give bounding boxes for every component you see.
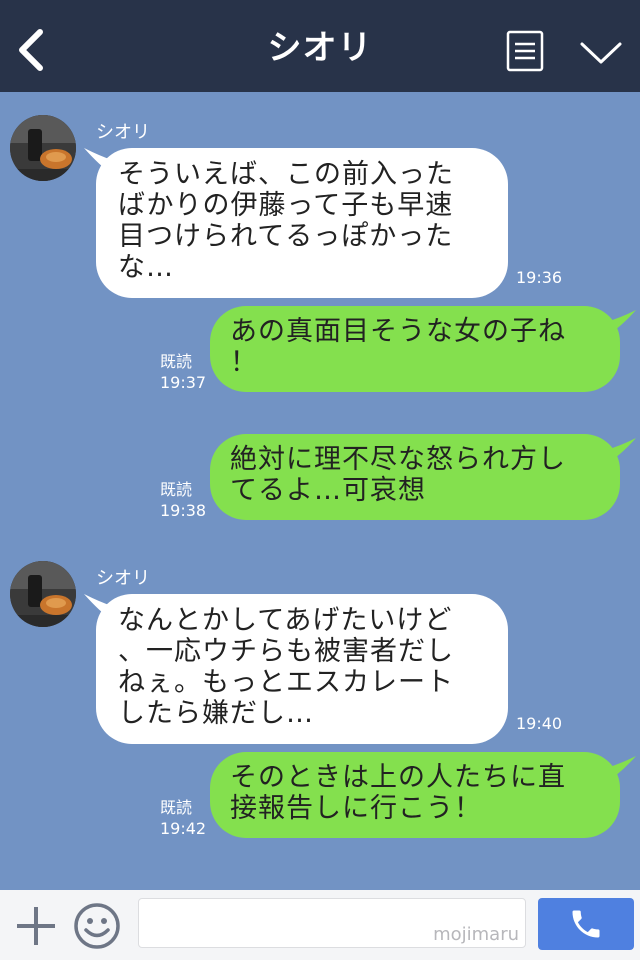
message-time: 19:37 xyxy=(160,373,207,392)
input-bar: mojimaru xyxy=(0,890,640,960)
message-bubble-outgoing[interactable]: 絶対に理不尽な怒られ方し てるよ…可哀想 xyxy=(210,434,620,520)
message-bubble-incoming[interactable]: なんとかしてあげたいけど 、一応ウチらも被害者だし ねぇ。もっとエスカレート し… xyxy=(96,594,508,744)
message-bubble-outgoing[interactable]: そのときは上の人たちに直 接報告しに行こう！ xyxy=(210,752,620,838)
message-line: ねぇ。もっとエスカレート xyxy=(118,667,454,698)
message-line: なんとかしてあげたいけど xyxy=(118,605,453,636)
phone-icon xyxy=(572,910,600,938)
read-receipt: 既読 xyxy=(160,352,193,371)
back-button[interactable] xyxy=(10,22,54,76)
plus-icon xyxy=(17,907,55,945)
message-line: てるよ…可哀想 xyxy=(230,475,426,506)
sender-name: シオリ xyxy=(96,122,150,143)
avatar-photo-icon xyxy=(10,115,76,181)
avatar-photo-icon xyxy=(10,561,76,627)
smiley-icon xyxy=(74,903,120,949)
avatar[interactable] xyxy=(10,115,76,181)
read-receipt: 既読 xyxy=(160,480,193,499)
message-line: 目つけられてるっぽかった xyxy=(118,221,454,252)
message-line: 、一応ウチらも被害者だし xyxy=(118,636,454,667)
call-button[interactable] xyxy=(538,898,634,950)
message-line: そういえば、この前入った xyxy=(118,159,454,190)
bubble-tail xyxy=(606,438,636,464)
message-line: ！ xyxy=(230,347,258,378)
message-input[interactable]: mojimaru xyxy=(138,898,526,948)
watermark-text: mojimaru xyxy=(433,924,519,945)
read-receipt: 既読 xyxy=(160,798,193,817)
add-button[interactable] xyxy=(14,904,58,948)
bubble-tail xyxy=(606,310,636,336)
chevron-down-icon xyxy=(580,42,622,64)
sender-name: シオリ xyxy=(96,568,150,589)
chat-area[interactable]: シオリ そういえば、この前入った ばかりの伊藤って子も早速 目つけられてるっぽか… xyxy=(0,92,640,890)
message-time: 19:38 xyxy=(160,501,207,520)
menu-button[interactable] xyxy=(506,30,544,72)
message-bubble-outgoing[interactable]: あの真面目そうな女の子ね ！ xyxy=(210,306,620,392)
message-line: 接報告しに行こう！ xyxy=(230,793,482,824)
message-line: そのときは上の人たちに直 xyxy=(230,762,566,793)
collapse-button[interactable] xyxy=(578,38,624,68)
message-line: したら嫌だし… xyxy=(118,698,314,729)
chat-header: シオリ xyxy=(0,0,640,92)
message-line: あの真面目そうな女の子ね xyxy=(230,316,566,347)
chat-title: シオリ xyxy=(267,28,373,68)
list-icon xyxy=(506,30,544,72)
message-line: 絶対に理不尽な怒られ方し xyxy=(230,444,566,475)
avatar[interactable] xyxy=(10,561,76,627)
message-time: 19:42 xyxy=(160,819,207,838)
message-line: ばかりの伊藤って子も早速 xyxy=(118,190,454,221)
emoji-button[interactable] xyxy=(72,901,122,951)
bubble-tail xyxy=(606,756,636,782)
message-line: な… xyxy=(118,252,174,283)
chevron-left-icon xyxy=(19,29,43,71)
message-time: 19:36 xyxy=(516,268,563,287)
message-bubble-incoming[interactable]: そういえば、この前入った ばかりの伊藤って子も早速 目つけられてるっぽかった な… xyxy=(96,148,508,298)
message-time: 19:40 xyxy=(516,714,563,733)
